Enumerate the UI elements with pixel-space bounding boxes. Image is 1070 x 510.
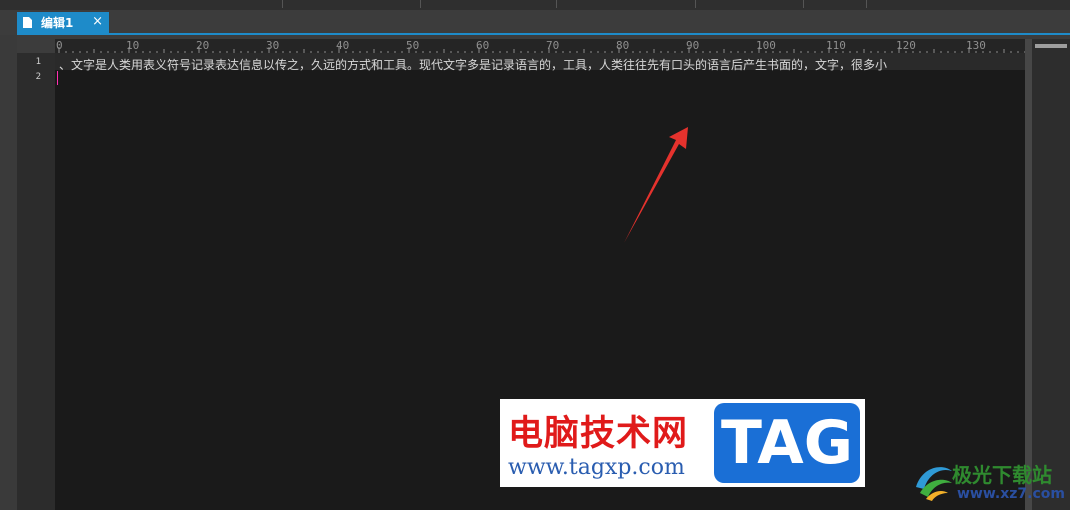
watermark-tagxp: 电脑技术网 www.tagxp.com TAG bbox=[500, 399, 865, 487]
watermark-site-url: www.tagxp.com bbox=[508, 455, 685, 480]
watermark-xz7: 极光下载站 www.xz7.com bbox=[912, 455, 1065, 510]
watermark-brand-url: www.xz7.com bbox=[957, 486, 1065, 502]
watermark-tag-logo: TAG bbox=[714, 403, 860, 483]
watermark-site-name: 电脑技术网 bbox=[508, 414, 689, 454]
watermark-brand-name: 极光下载站 bbox=[952, 463, 1052, 487]
aurora-logo-icon bbox=[916, 467, 952, 501]
